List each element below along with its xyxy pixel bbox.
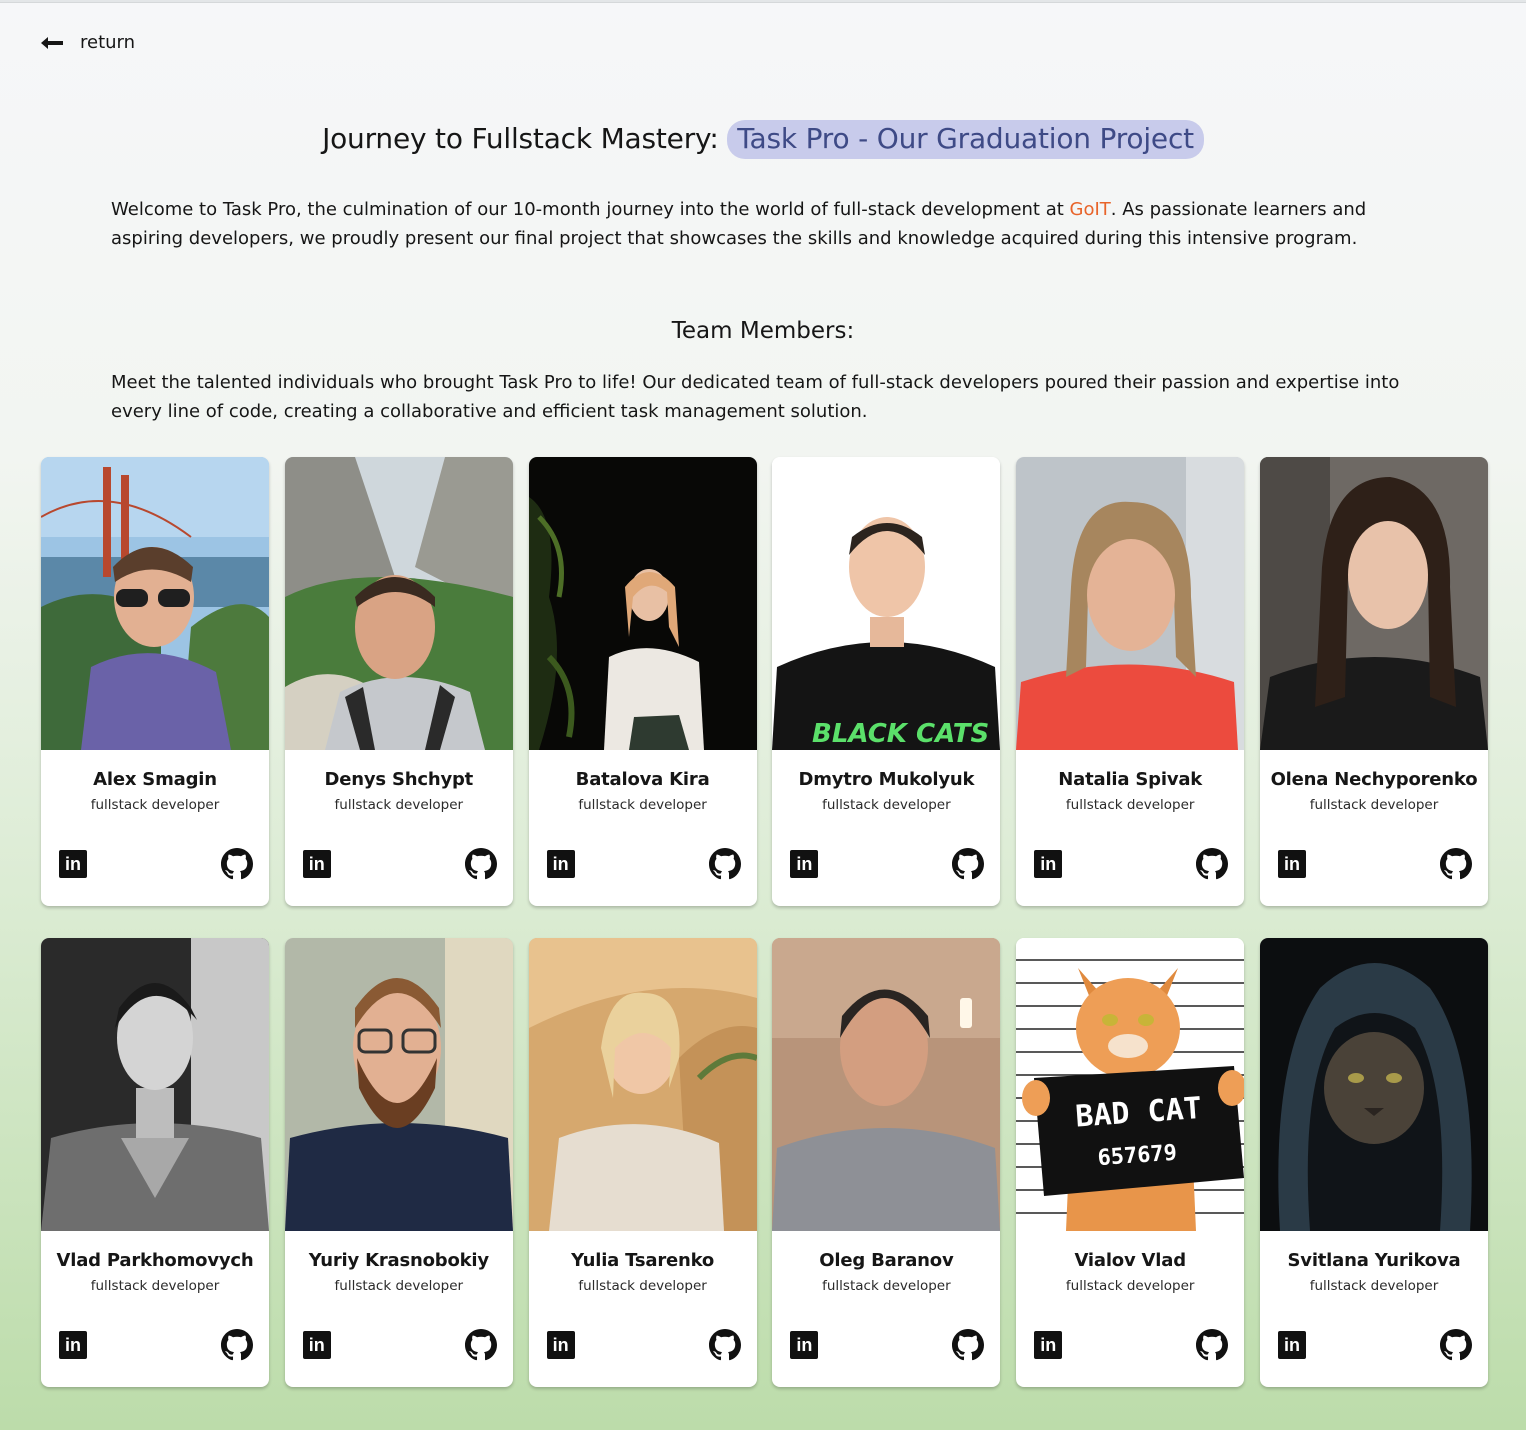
title-highlight: Task Pro - Our Graduation Project — [727, 120, 1204, 159]
member-card: Yulia Tsarenko fullstack developer in — [528, 938, 757, 1387]
return-button[interactable]: return — [40, 32, 135, 53]
member-role: fullstack developer — [1309, 1278, 1439, 1294]
github-icon[interactable] — [221, 1329, 253, 1361]
member-name: Yulia Tsarenko — [571, 1250, 715, 1271]
return-label: return — [80, 32, 136, 53]
linkedin-icon[interactable]: in — [59, 850, 87, 878]
github-icon[interactable] — [1196, 1329, 1229, 1361]
member-role: fullstack developer — [1065, 797, 1195, 813]
member-name: Batalova Kira — [575, 769, 710, 790]
member-name: Oleg Baranov — [819, 1250, 954, 1271]
team-grid: Alex Smagin fullstack developer in Denys… — [41, 457, 1488, 1387]
title-prefix: Journey to Fullstack Mastery: — [322, 122, 719, 155]
linkedin-icon[interactable]: in — [790, 850, 819, 878]
member-card: Denys Shchypt fullstack developer in — [284, 457, 513, 906]
github-icon[interactable] — [221, 848, 253, 880]
member-card: BLACK CATS Dmytro Mukolyuk fullstack dev… — [772, 457, 1001, 906]
member-card: Yuriy Krasnobokiy fullstack developer in — [284, 938, 513, 1387]
github-icon[interactable] — [952, 1329, 985, 1361]
member-photo — [1259, 938, 1488, 1231]
member-card: Batalova Kira fullstack developer in — [528, 457, 757, 906]
member-name: Vialov Vlad — [1074, 1250, 1186, 1271]
arrow-left-icon — [40, 36, 64, 50]
member-card: Vlad Parkhomovych fullstack developer in — [41, 938, 269, 1387]
github-icon[interactable] — [1439, 848, 1472, 880]
team-description: Meet the talented individuals who brough… — [111, 372, 1400, 422]
member-role: fullstack developer — [334, 797, 464, 813]
svg-text:BLACK CATS: BLACK CATS — [812, 719, 989, 749]
github-icon[interactable] — [464, 1329, 497, 1361]
member-name: Svitlana Yurikova — [1287, 1250, 1461, 1271]
member-role: fullstack developer — [822, 1278, 951, 1294]
linkedin-icon[interactable]: in — [546, 850, 575, 878]
member-role: fullstack developer — [334, 1278, 464, 1294]
member-name: Natalia Spivak — [1058, 769, 1203, 790]
member-photo: BAD CAT 657679 — [1016, 938, 1245, 1231]
linkedin-icon[interactable]: in — [1277, 850, 1306, 878]
linkedin-icon[interactable]: in — [1034, 850, 1063, 878]
linkedin-icon[interactable]: in — [790, 1331, 819, 1359]
intro-text-1: Welcome to Task Pro, the culmination of … — [111, 199, 1070, 220]
member-role: fullstack developer — [578, 797, 707, 813]
member-role: fullstack developer — [578, 1278, 707, 1294]
member-card: Alex Smagin fullstack developer in — [41, 457, 269, 906]
member-card: Oleg Baranov fullstack developer in — [772, 938, 1001, 1387]
linkedin-icon[interactable]: in — [302, 1331, 331, 1359]
github-icon[interactable] — [708, 1329, 741, 1361]
member-role: fullstack developer — [1309, 797, 1439, 813]
linkedin-icon[interactable]: in — [1034, 1331, 1063, 1359]
member-card: Svitlana Yurikova fullstack developer in — [1259, 938, 1488, 1387]
member-photo — [284, 457, 513, 750]
linkedin-icon[interactable]: in — [59, 1331, 87, 1359]
member-name: Olena Nechyporenko — [1270, 769, 1478, 790]
github-icon[interactable] — [1196, 848, 1229, 880]
member-name: Dmytro Mukolyuk — [798, 769, 975, 790]
member-photo — [1259, 457, 1488, 750]
member-card: Natalia Spivak fullstack developer in — [1016, 457, 1245, 906]
member-card: BAD CAT 657679 Vialov Vlad fullstack dev… — [1016, 938, 1245, 1387]
member-photo — [41, 457, 269, 750]
member-photo — [772, 938, 1001, 1231]
member-photo — [41, 938, 269, 1231]
member-card: Olena Nechyporenko fullstack developer i… — [1259, 457, 1488, 906]
member-name: Denys Shchypt — [324, 769, 474, 790]
linkedin-icon[interactable]: in — [1277, 1331, 1306, 1359]
github-icon[interactable] — [1439, 1329, 1472, 1361]
member-name: Alex Smagin — [93, 769, 217, 790]
member-role: fullstack developer — [822, 797, 951, 813]
member-photo: BLACK CATS — [772, 457, 1001, 750]
member-photo — [1016, 457, 1245, 750]
linkedin-icon[interactable]: in — [302, 850, 331, 878]
member-photo — [528, 457, 757, 750]
member-photo — [284, 938, 513, 1231]
member-name: Yuriy Krasnobokiy — [308, 1250, 489, 1271]
member-name: Vlad Parkhomovych — [56, 1250, 254, 1271]
goit-brand: GoIT — [1069, 199, 1111, 220]
member-role: fullstack developer — [90, 1278, 220, 1294]
member-photo — [528, 938, 757, 1231]
team-title: Team Members: — [671, 318, 855, 344]
github-icon[interactable] — [952, 848, 985, 880]
member-role: fullstack developer — [1065, 1278, 1195, 1294]
github-icon[interactable] — [708, 848, 741, 880]
top-border — [0, 0, 1526, 3]
github-icon[interactable] — [464, 848, 497, 880]
member-role: fullstack developer — [90, 797, 220, 813]
page-title: Journey to Fullstack Mastery: Task Pro -… — [0, 120, 1526, 159]
linkedin-icon[interactable]: in — [546, 1331, 575, 1359]
intro-paragraph: Welcome to Task Pro, the culmination of … — [111, 195, 1441, 253]
